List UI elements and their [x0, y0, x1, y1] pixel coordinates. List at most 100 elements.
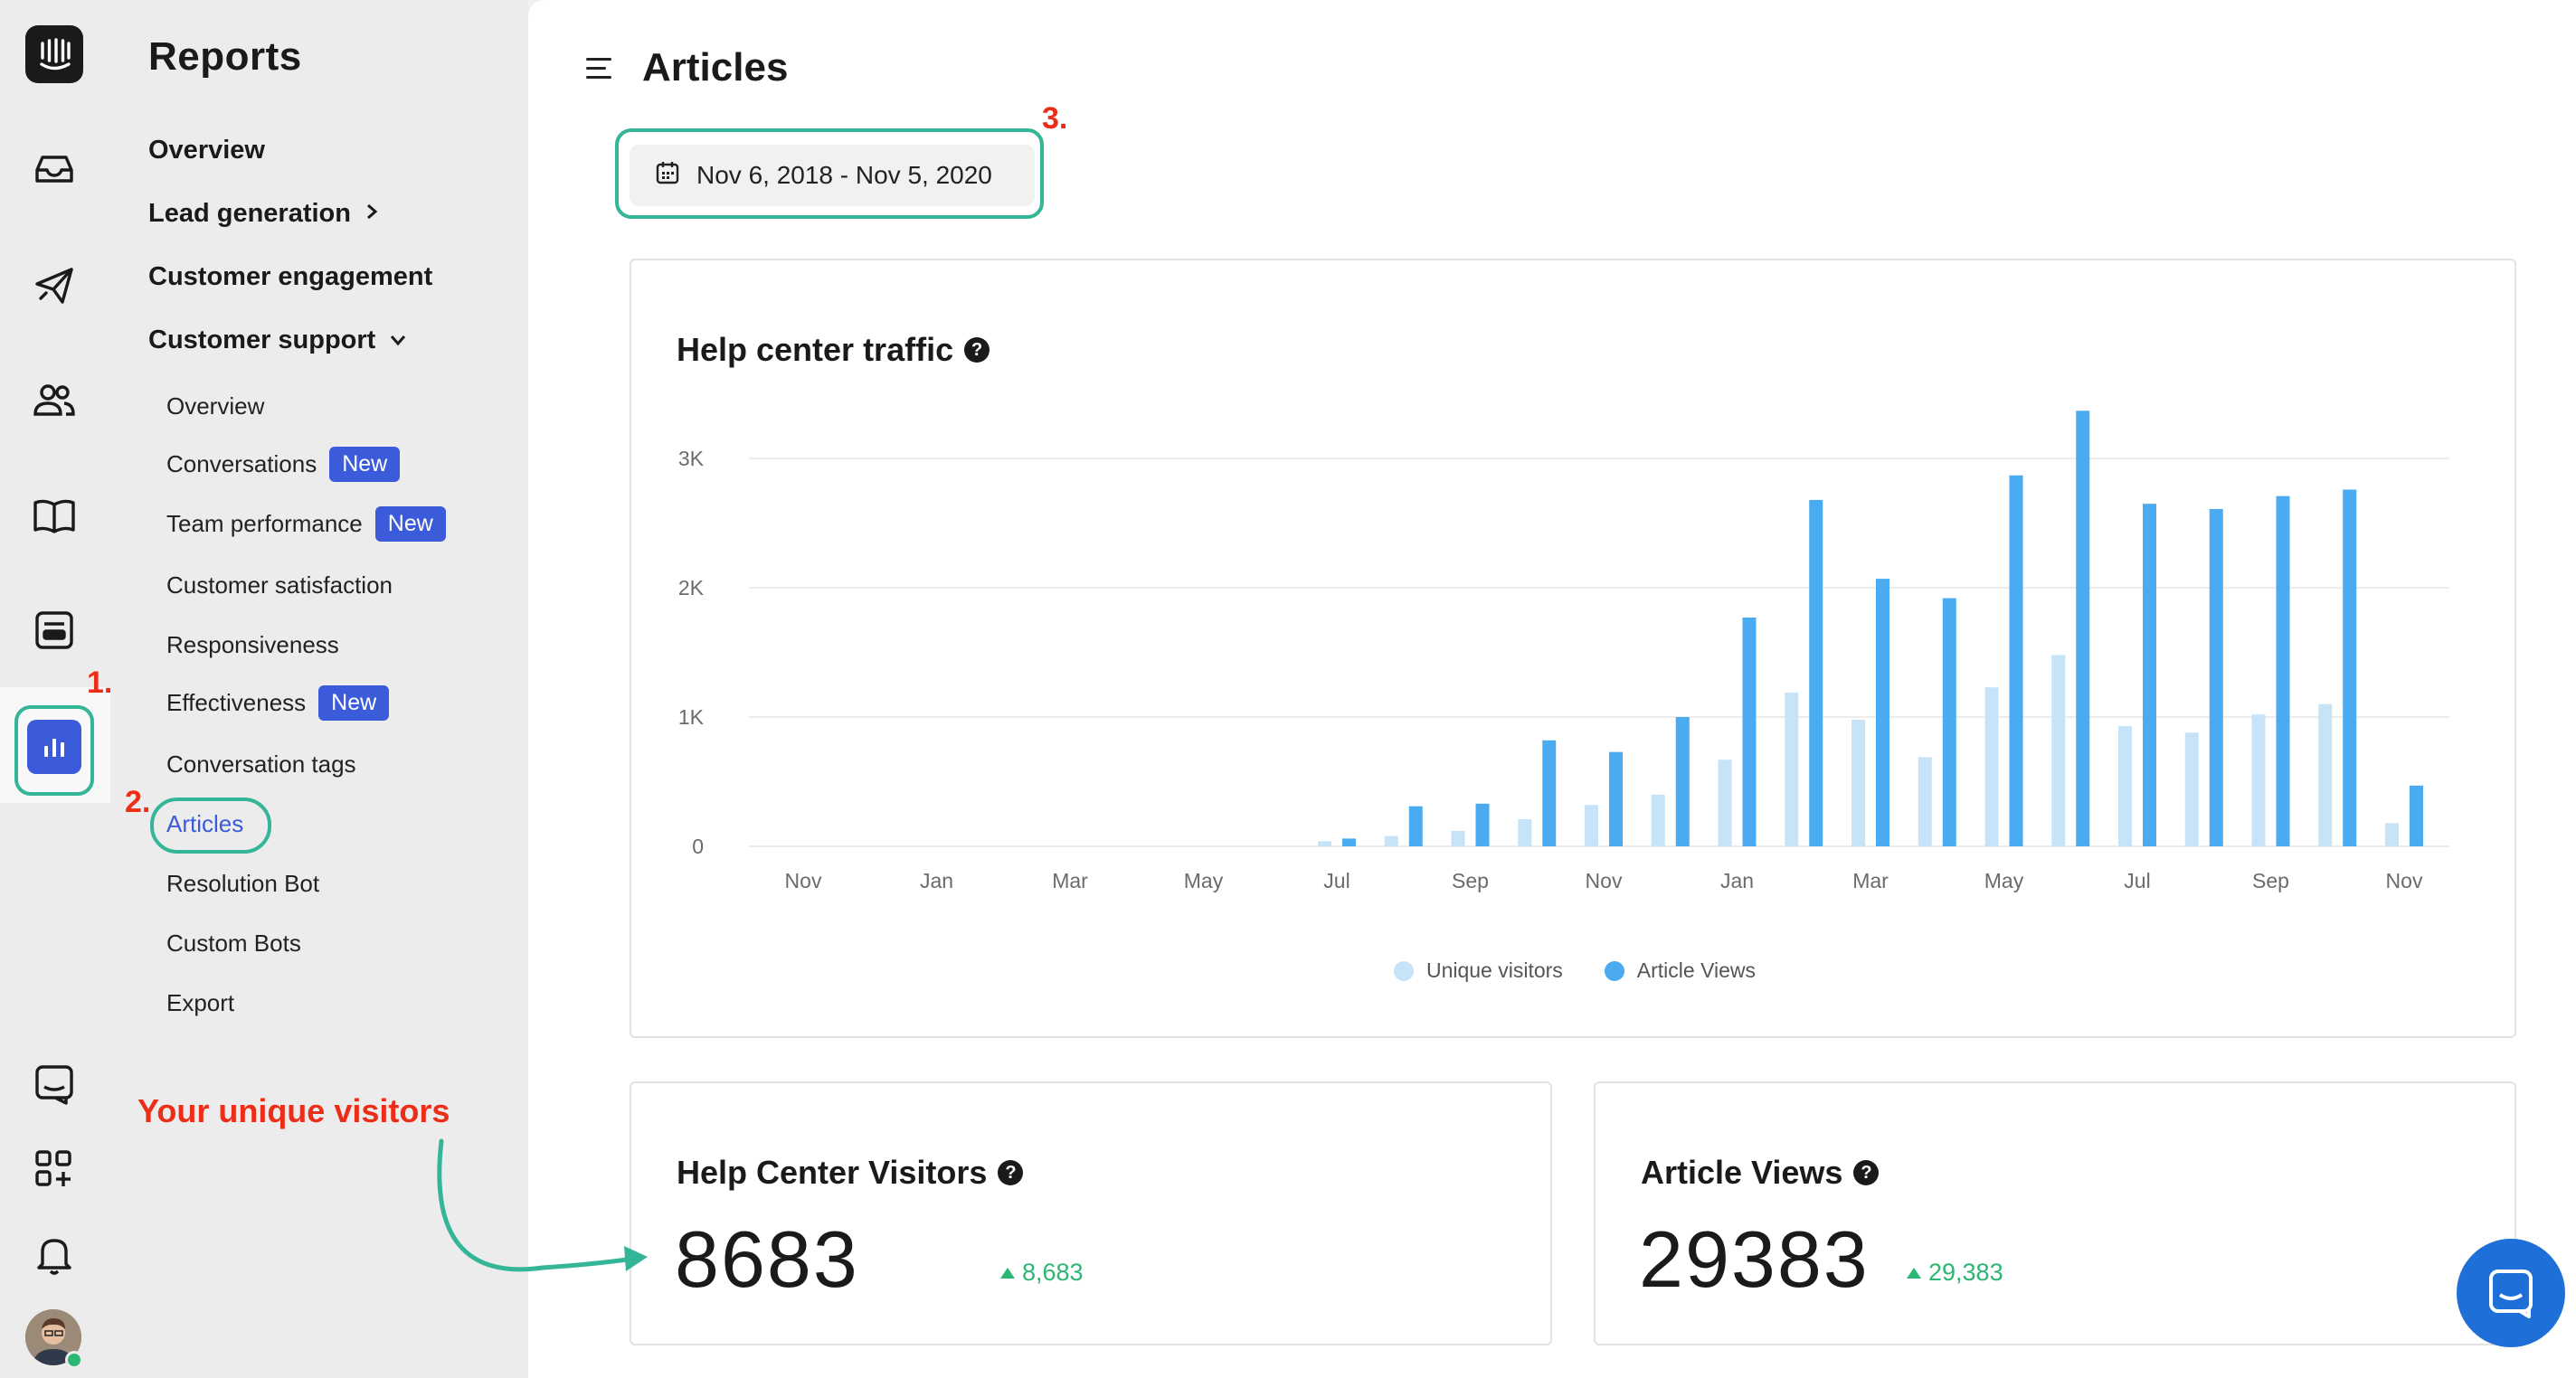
messenger-launcher-icon[interactable] [2457, 1239, 2565, 1347]
legend-item-unique-visitors[interactable]: Unique visitors [1393, 958, 1563, 983]
chart-bar [2209, 508, 2223, 846]
chart-bar [1651, 794, 1665, 846]
chart-bar [2143, 504, 2156, 846]
sidebar-subitem-label: Customer satisfaction [166, 571, 393, 599]
chart-bar [1451, 830, 1465, 846]
sidebar-subitem-conversations[interactable]: Conversations New [166, 447, 401, 482]
sidebar-item-label: Lead generation [148, 199, 351, 228]
annotation-callout: Your unique visitors [137, 1092, 450, 1129]
chart-bar [1518, 818, 1532, 846]
y-tick-label: 3K [678, 447, 705, 470]
y-tick-label: 0 [692, 835, 704, 858]
annotation-step-1: 1. [87, 665, 113, 700]
menu-icon[interactable] [586, 58, 611, 80]
sidebar-subitem-team-performance[interactable]: Team performance New [166, 506, 446, 542]
new-badge: New [329, 447, 401, 482]
inbox-template-icon[interactable] [23, 599, 86, 662]
sidebar-item-overview[interactable]: Overview [148, 136, 265, 165]
app-window: Reports Overview Lead generation Custome… [0, 0, 2576, 1378]
chart-bar [2076, 411, 2090, 846]
sidebar-subitem-effectiveness[interactable]: Effectiveness New [166, 685, 390, 721]
inbox-icon[interactable] [23, 137, 86, 201]
messenger-preview-icon[interactable] [23, 1052, 86, 1116]
chart-bar [2118, 726, 2132, 846]
chart-bar [1408, 806, 1423, 846]
x-tick-label: Sep [1452, 869, 1489, 892]
articles-book-icon[interactable] [23, 485, 86, 548]
notifications-bell-icon[interactable] [23, 1222, 86, 1286]
chart-bar [1675, 717, 1690, 846]
stat-title: Help Center Visitors ? [677, 1154, 1024, 1192]
chart-bar [1742, 617, 1757, 846]
sidebar-item-label: Overview [148, 136, 265, 165]
x-tick-label: Mar [1052, 869, 1088, 892]
sidebar-item-lead-generation[interactable]: Lead generation [148, 199, 380, 229]
stat-title-text: Help Center Visitors [677, 1154, 988, 1191]
sidebar-subitem-label: Custom Bots [166, 930, 301, 957]
chart-bar [1809, 499, 1823, 846]
chart-bar [1542, 740, 1557, 846]
sidebar-subitem-conversation-tags[interactable]: Conversation tags [166, 750, 356, 779]
sidebar-subitem-export[interactable]: Export [166, 989, 234, 1017]
legend-swatch [1604, 960, 1624, 981]
sidebar-subitem-responsiveness[interactable]: Responsiveness [166, 631, 339, 659]
page-title: Articles [642, 45, 789, 90]
chart-bar [2251, 714, 2266, 846]
sidebar-subitem-label: Effectiveness [166, 689, 307, 716]
sidebar-subitem-resolution-bot[interactable]: Resolution Bot [166, 870, 319, 898]
help-center-traffic-chart: 0 1K 2K 3K Nov Jan Mar May Jul Sep Nov Jan Mar May Jul… [678, 411, 2449, 892]
chart-bar [1384, 835, 1398, 846]
sidebar-subitem-overview[interactable]: Overview [166, 392, 264, 420]
legend-item-article-views[interactable]: Article Views [1604, 958, 1756, 983]
sidebar-title: Reports [148, 34, 302, 79]
app-store-icon[interactable] [23, 1137, 86, 1201]
x-tick-label: Nov [2386, 869, 2423, 892]
help-icon[interactable]: ? [998, 1160, 1024, 1185]
sidebar-item-customer-engagement[interactable]: Customer engagement [148, 262, 432, 292]
x-tick-label: Nov [785, 869, 822, 892]
contacts-icon[interactable] [23, 369, 86, 432]
stat-delta: 8,683 [1000, 1259, 1084, 1287]
stat-delta-value: 8,683 [1022, 1259, 1084, 1286]
chart-bar [1852, 719, 1865, 846]
chart-bar [2009, 475, 2023, 846]
legend-swatch [1393, 960, 1414, 981]
x-tick-label: Mar [1852, 869, 1889, 892]
stat-value: 8683 [675, 1214, 859, 1304]
sidebar-item-customer-support[interactable]: Customer support [148, 326, 408, 355]
stat-title-text: Article Views [1641, 1154, 1843, 1191]
annotation-step-3: 3. [1042, 101, 1068, 136]
x-tick-label: May [1984, 869, 2024, 892]
highlight-ring-reports [14, 705, 94, 796]
chart-bar [1942, 598, 1956, 846]
stat-value: 29383 [1639, 1214, 1870, 1304]
chevron-down-icon [388, 326, 408, 355]
x-tick-label: Jul [2124, 869, 2150, 892]
new-badge: New [374, 506, 446, 542]
sidebar-item-label: Customer engagement [148, 262, 433, 291]
x-tick-label: Sep [2252, 869, 2289, 892]
intercom-logo-icon[interactable] [25, 25, 83, 83]
chart-bar [1984, 687, 1999, 846]
chevron-right-icon [364, 199, 380, 229]
chart-bar [1609, 751, 1623, 846]
x-tick-label: Nov [1586, 869, 1623, 892]
chart-legend: Unique visitors Article Views [631, 958, 2518, 983]
highlight-ring-articles [150, 798, 271, 854]
sidebar-subitem-custom-bots[interactable]: Custom Bots [166, 930, 301, 958]
article-views-card: Article Views ? 29383 29,383 [1594, 1081, 2516, 1345]
sidebar-subitem-label: Conversations [166, 450, 317, 477]
chart-bar [2385, 823, 2399, 846]
sidebar-subitem-customer-satisfaction[interactable]: Customer satisfaction [166, 571, 393, 599]
sidebar-subitem-label: Overview [166, 392, 265, 420]
help-center-traffic-card: Help center traffic ? 0 1K 2K 3K Nov Jan Mar Ma… [630, 259, 2516, 1038]
help-icon[interactable]: ? [1853, 1160, 1880, 1185]
outbound-icon[interactable] [23, 255, 86, 318]
y-tick-label: 1K [678, 705, 705, 729]
chart-bar [2276, 496, 2290, 846]
x-tick-label: Jan [920, 869, 953, 892]
online-status-dot [65, 1351, 83, 1369]
sidebar-subitem-label: Conversation tags [166, 750, 356, 778]
sidebar-subitem-label: Export [166, 989, 235, 1016]
chart-bar [1876, 579, 1889, 846]
